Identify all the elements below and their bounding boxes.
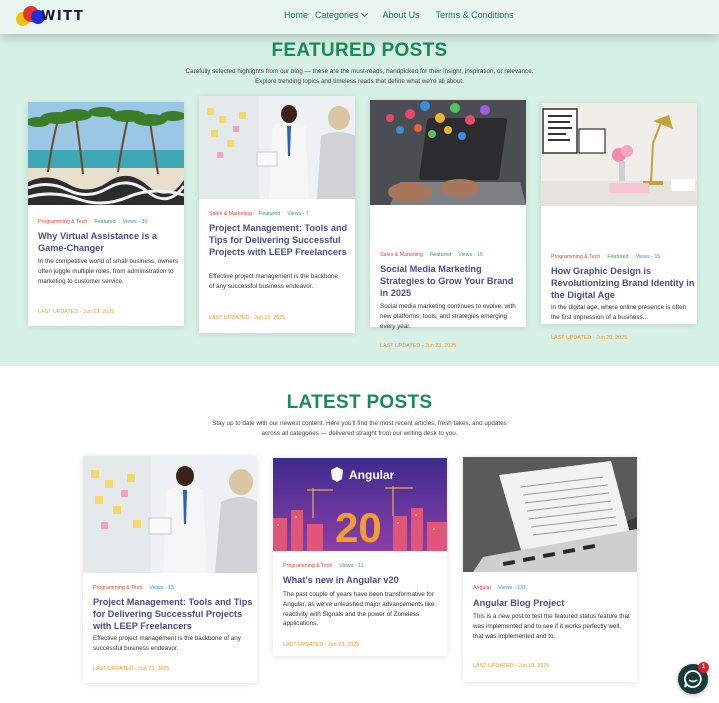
card-excerpt: Social media marketing continues to evol…	[380, 303, 516, 330]
featured-card[interactable]: Sales & Marketing Featured Views - 16 Soci…	[370, 100, 526, 349]
nav-home[interactable]: Home	[284, 10, 308, 20]
laptop-social-icons-image	[370, 100, 526, 205]
views-count: Views - 15	[149, 585, 175, 591]
card-meta: Programming & Tech Featured Views - 39	[38, 219, 154, 225]
card-date: LAST UPDATED - Jun 23, 2025	[209, 315, 286, 321]
nav-about-us[interactable]: About Us	[383, 10, 420, 20]
latest-card[interactable]: Angular Views - 131 Angular Blog Project …	[463, 457, 637, 682]
latest-section: LATEST POSTS Stay up to date with our ne…	[0, 366, 719, 703]
card-date: LAST UPDATED - Jun 23, 2025	[93, 666, 170, 672]
card-date: LAST UPDATED - Jun 23, 2025	[38, 309, 115, 315]
latest-subtitle-2: across all categories — delivered straig…	[261, 430, 458, 437]
card-title[interactable]: Project Management: Tools and Tips for D…	[209, 222, 353, 258]
nav-terms[interactable]: Terms & Conditions	[436, 10, 514, 20]
featured-card[interactable]: Programming & Tech Featured Views - 15 How…	[541, 103, 697, 341]
category-label[interactable]: Angular	[473, 585, 491, 591]
featured-subtitle-1: Carefully selected highlights from our b…	[185, 68, 534, 75]
card-excerpt: In the digital age, where online presenc…	[551, 304, 687, 321]
featured-card[interactable]: Sales & Marketing Featured Views - 7 Proje…	[199, 96, 355, 333]
card-title[interactable]: How Graphic Design is Revolutionizing Br…	[551, 265, 695, 301]
card-excerpt: Effective project management is the back…	[93, 635, 241, 652]
views-count: Views - 15	[635, 254, 661, 260]
category-label[interactable]: Programming & Tech	[93, 585, 142, 591]
views-count: Views - 131	[498, 585, 526, 591]
featured-badge: Featured	[258, 211, 281, 217]
card-meta: Programming & Tech Views - 11	[283, 563, 371, 569]
card-title[interactable]: Social Media Marketing Strategies to Gro…	[380, 263, 524, 299]
card-excerpt: The past couple of years have been trans…	[283, 591, 435, 628]
site-logo[interactable]: WITT	[16, 4, 96, 30]
page: WITT Home Categories About Us Terms & Co…	[0, 0, 719, 703]
card-date: LAST UPDATED - Jun 23, 2025	[380, 343, 457, 349]
card-title[interactable]: Angular Blog Project	[473, 597, 633, 609]
card-excerpt: Effective project management is the back…	[209, 273, 339, 290]
featured-section: FEATURED POSTS Carefully selected highli…	[0, 34, 719, 366]
featured-title: FEATURED POSTS	[271, 40, 448, 61]
views-count: Views - 16	[458, 252, 483, 258]
card-date: LAST UPDATED - Jun 20, 2025	[551, 335, 628, 341]
card-title[interactable]: Project Management: Tools and Tips for D…	[93, 596, 253, 632]
card-meta: Sales & Marketing Featured Views - 7	[209, 211, 316, 217]
top-navbar: WITT Home Categories About Us Terms & Co…	[0, 0, 719, 34]
category-label[interactable]: Sales & Marketing	[209, 211, 252, 217]
card-title[interactable]: What's new in Angular v20	[283, 574, 443, 586]
card-meta: Angular Views - 131	[473, 585, 533, 591]
beach-palm-trees-image	[28, 102, 184, 205]
latest-subtitle-1: Stay up to date with our newest content.…	[212, 420, 507, 427]
office-meeting-image	[199, 96, 355, 199]
logo-text: WITT	[41, 9, 85, 24]
angular-wordmark: Angular	[349, 468, 395, 482]
angular-version-number: 20	[335, 504, 382, 551]
card-meta: Programming & Tech Views - 15	[93, 585, 181, 591]
latest-card[interactable]: Programming & Tech Views - 15 Project Man…	[83, 456, 257, 683]
category-label[interactable]: Programming & Tech	[38, 219, 87, 225]
card-meta: Sales & Marketing Featured Views - 16	[380, 252, 490, 258]
latest-title: LATEST POSTS	[286, 392, 433, 413]
card-excerpt: This is a new post to test the featured …	[473, 613, 630, 640]
card-date: LAST UPDATED - Jun 19, 2025	[473, 663, 550, 669]
views-count: Views - 11	[339, 563, 364, 569]
latest-card[interactable]: Angular 20 Programming & Tech Views - 11 …	[273, 458, 447, 656]
main-nav: Home Categories About Us Terms & Conditi…	[284, 9, 514, 20]
office-meeting-image	[83, 456, 257, 573]
nav-categories[interactable]: Categories	[315, 9, 368, 20]
featured-badge: Featured	[607, 254, 629, 260]
card-date: LAST UPDATED - Jun 23, 2025	[283, 642, 360, 648]
chat-notification-badge: 1	[698, 662, 709, 673]
category-label[interactable]: Sales & Marketing	[380, 252, 423, 258]
chevron-down-icon	[360, 9, 368, 18]
card-meta: Programming & Tech Featured Views - 15	[551, 254, 667, 260]
views-count: Views - 7	[287, 211, 309, 217]
desk-lamp-image	[541, 103, 697, 206]
laptop-document-image	[463, 457, 637, 572]
views-count: Views - 39	[122, 219, 148, 225]
card-excerpt: In the competitive world of small busine…	[38, 258, 178, 285]
featured-badge: Featured	[94, 219, 116, 225]
category-label[interactable]: Programming & Tech	[283, 563, 332, 569]
card-title[interactable]: Why Virtual Assistance is a Game-Changer	[38, 230, 178, 254]
featured-badge: Featured	[429, 252, 452, 258]
nav-categories-label: Categories	[315, 10, 359, 20]
angular-v20-image: Angular 20	[273, 458, 447, 551]
category-label[interactable]: Programming & Tech	[551, 254, 600, 260]
featured-card[interactable]: Programming & Tech Featured Views - 39 Why…	[28, 102, 184, 326]
featured-subtitle-2: Explore trending topics and timeless rea…	[255, 78, 464, 85]
